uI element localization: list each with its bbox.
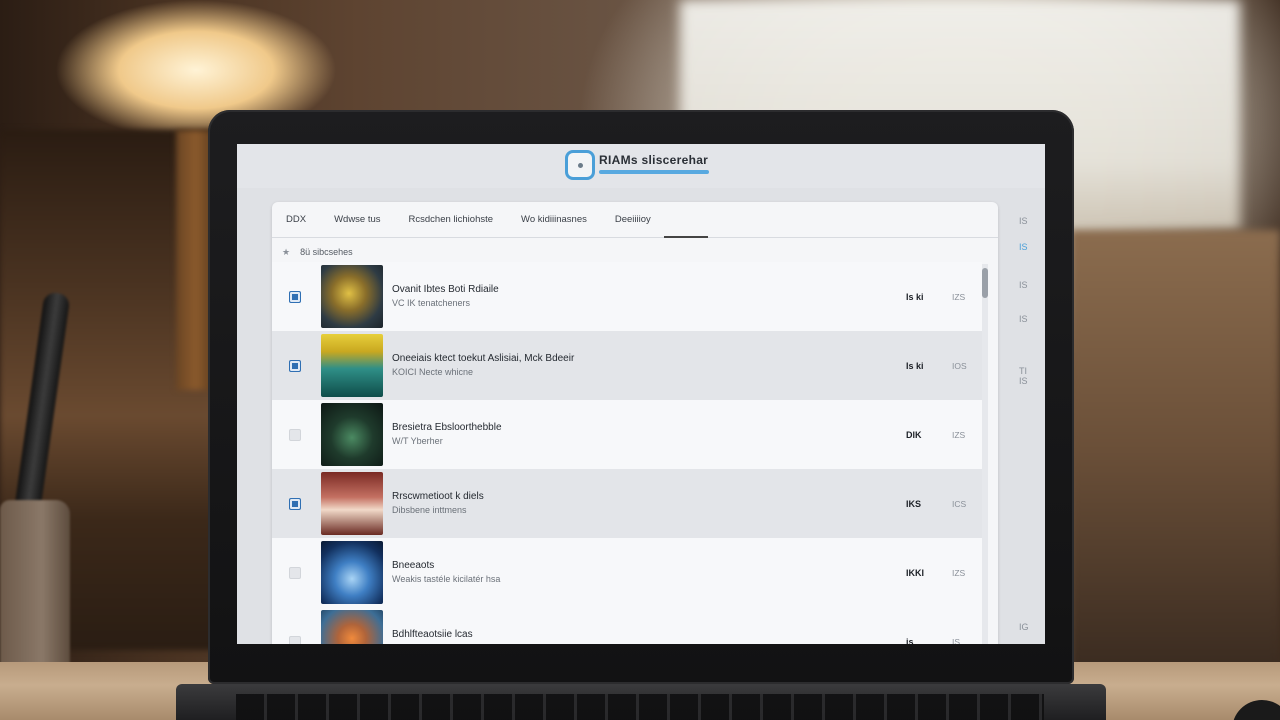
row-thumbnail bbox=[321, 403, 383, 466]
row-meta: IZS bbox=[952, 292, 966, 302]
row-thumbnail bbox=[321, 334, 383, 397]
rail-item[interactable]: IS bbox=[1019, 216, 1028, 226]
row-subtitle: Weakis tastéle kicilatér hsa bbox=[392, 574, 501, 584]
app-header: RIAMs sliscerehar bbox=[237, 144, 1045, 188]
row-count: DIK bbox=[906, 430, 922, 440]
item-list: Ovanit Ibtes Boti Rdiaile VC IK tenatche… bbox=[272, 262, 982, 644]
row-thumbnail bbox=[321, 610, 383, 644]
keyboard bbox=[236, 694, 1044, 720]
row-checkbox[interactable] bbox=[289, 291, 301, 303]
row-count: IKS bbox=[906, 499, 922, 509]
row-checkbox[interactable] bbox=[289, 636, 301, 644]
right-rail: IS IS IS IS TI IS IG bbox=[1015, 214, 1035, 634]
rail-item-active[interactable]: IS bbox=[1019, 242, 1028, 252]
row-subtitle: Dibsbene inttmens bbox=[392, 505, 467, 515]
wall-background bbox=[1070, 230, 1280, 670]
title-underline bbox=[599, 170, 709, 174]
row-checkbox[interactable] bbox=[289, 498, 301, 510]
laptop-screen: RIAMs sliscerehar DDX Wdwse tus Rcsdchen… bbox=[237, 144, 1045, 644]
row-thumbnail bbox=[321, 541, 383, 604]
row-meta: IZS bbox=[952, 430, 966, 440]
row-title: Bneeaots bbox=[392, 560, 435, 571]
row-meta: IS bbox=[952, 637, 961, 644]
row-title: Ovanit Ibtes Boti Rdiaile bbox=[392, 284, 499, 295]
list-item[interactable]: Bdhlfteaotsiie lcas is IS bbox=[272, 607, 982, 644]
tab-wo-kidii[interactable]: Wo kidiiinasnes bbox=[507, 214, 601, 225]
tab-rcsdchen[interactable]: Rcsdchen lichiohste bbox=[395, 214, 508, 225]
row-meta: IOS bbox=[952, 361, 967, 371]
row-title: Oneeiais ktect toekut Aslisiai, Mck Bdee… bbox=[392, 353, 575, 364]
filter-label[interactable]: 8ü sibcsehes bbox=[300, 247, 353, 257]
scroll-thumb[interactable] bbox=[982, 268, 988, 298]
tab-deeiii[interactable]: Deeiiiioy bbox=[601, 214, 665, 225]
row-count: IKKI bbox=[906, 568, 924, 578]
rail-item[interactable]: IG bbox=[1019, 622, 1029, 632]
row-title: Bresietra Ebsloorthebble bbox=[392, 422, 502, 433]
tab-bar: DDX Wdwse tus Rcsdchen lichiohste Wo kid… bbox=[272, 202, 998, 238]
list-item[interactable]: Bneeaots Weakis tastéle kicilatér hsa IK… bbox=[272, 538, 982, 607]
row-count: is bbox=[906, 637, 914, 644]
row-checkbox[interactable] bbox=[289, 360, 301, 372]
row-checkbox[interactable] bbox=[289, 429, 301, 441]
list-item[interactable]: Bresietra Ebsloorthebble W/T Yberher DIK… bbox=[272, 400, 982, 469]
row-count: Is ki bbox=[906, 292, 924, 302]
tab-wdwse[interactable]: Wdwse tus bbox=[320, 214, 394, 225]
list-scrollbar[interactable] bbox=[982, 264, 988, 644]
row-meta: ICS bbox=[952, 499, 967, 509]
app-logo-icon bbox=[565, 150, 595, 180]
row-title: Rrscwmetioot k diels bbox=[392, 491, 484, 502]
list-item[interactable]: Oneeiais ktect toekut Aslisiai, Mck Bdee… bbox=[272, 331, 982, 400]
rail-item[interactable]: IS bbox=[1019, 280, 1028, 290]
tab-ddx[interactable]: DDX bbox=[272, 214, 320, 225]
row-checkbox[interactable] bbox=[289, 567, 301, 579]
filter-bar: ★ 8ü sibcsehes bbox=[282, 242, 988, 262]
active-tab-indicator bbox=[664, 236, 708, 238]
rail-item[interactable]: IS bbox=[1019, 314, 1028, 324]
row-count: Is ki bbox=[906, 361, 924, 371]
row-meta: IZS bbox=[952, 568, 966, 578]
row-subtitle: W/T Yberher bbox=[392, 436, 443, 446]
row-thumbnail bbox=[321, 472, 383, 535]
star-icon[interactable]: ★ bbox=[282, 247, 290, 258]
rail-item[interactable]: TI IS bbox=[1019, 366, 1035, 386]
list-item[interactable]: Rrscwmetioot k diels Dibsbene inttmens I… bbox=[272, 469, 982, 538]
row-title: Bdhlfteaotsiie lcas bbox=[392, 629, 473, 640]
app-title: RIAMs sliscerehar bbox=[599, 153, 709, 167]
row-subtitle: VC IK tenatcheners bbox=[392, 298, 471, 308]
row-thumbnail bbox=[321, 265, 383, 328]
main-card: DDX Wdwse tus Rcsdchen lichiohste Wo kid… bbox=[272, 202, 998, 644]
list-item[interactable]: Ovanit Ibtes Boti Rdiaile VC IK tenatche… bbox=[272, 262, 982, 331]
row-subtitle: KOICI Necte whicne bbox=[392, 367, 474, 377]
